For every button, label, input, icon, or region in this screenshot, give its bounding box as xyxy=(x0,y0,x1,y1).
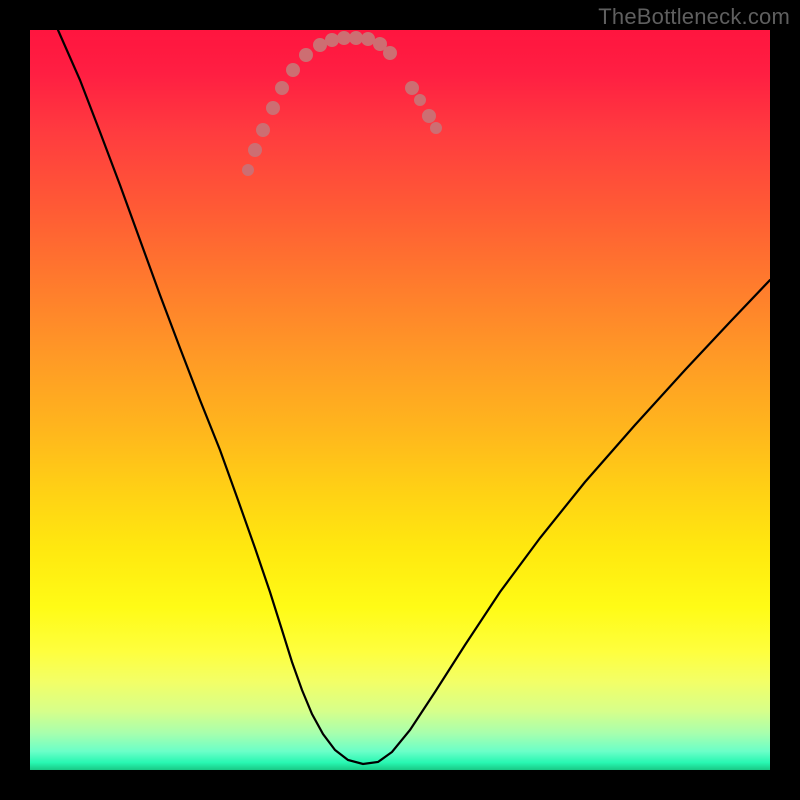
data-marker xyxy=(242,164,254,176)
data-marker xyxy=(313,38,327,52)
plot-area xyxy=(30,30,770,770)
chart-svg xyxy=(30,30,770,770)
watermark-text: TheBottleneck.com xyxy=(598,4,790,30)
data-marker xyxy=(256,123,270,137)
bottleneck-curve xyxy=(58,30,770,764)
data-marker xyxy=(275,81,289,95)
data-marker xyxy=(361,32,375,46)
data-marker xyxy=(299,48,313,62)
data-marker xyxy=(266,101,280,115)
data-marker xyxy=(405,81,419,95)
data-marker xyxy=(422,109,436,123)
data-marker xyxy=(349,31,363,45)
data-marker xyxy=(325,33,339,47)
marker-group xyxy=(242,31,442,176)
data-marker xyxy=(337,31,351,45)
data-marker xyxy=(430,122,442,134)
data-marker xyxy=(248,143,262,157)
data-marker xyxy=(414,94,426,106)
data-marker xyxy=(286,63,300,77)
data-marker xyxy=(383,46,397,60)
chart-stage: TheBottleneck.com xyxy=(0,0,800,800)
